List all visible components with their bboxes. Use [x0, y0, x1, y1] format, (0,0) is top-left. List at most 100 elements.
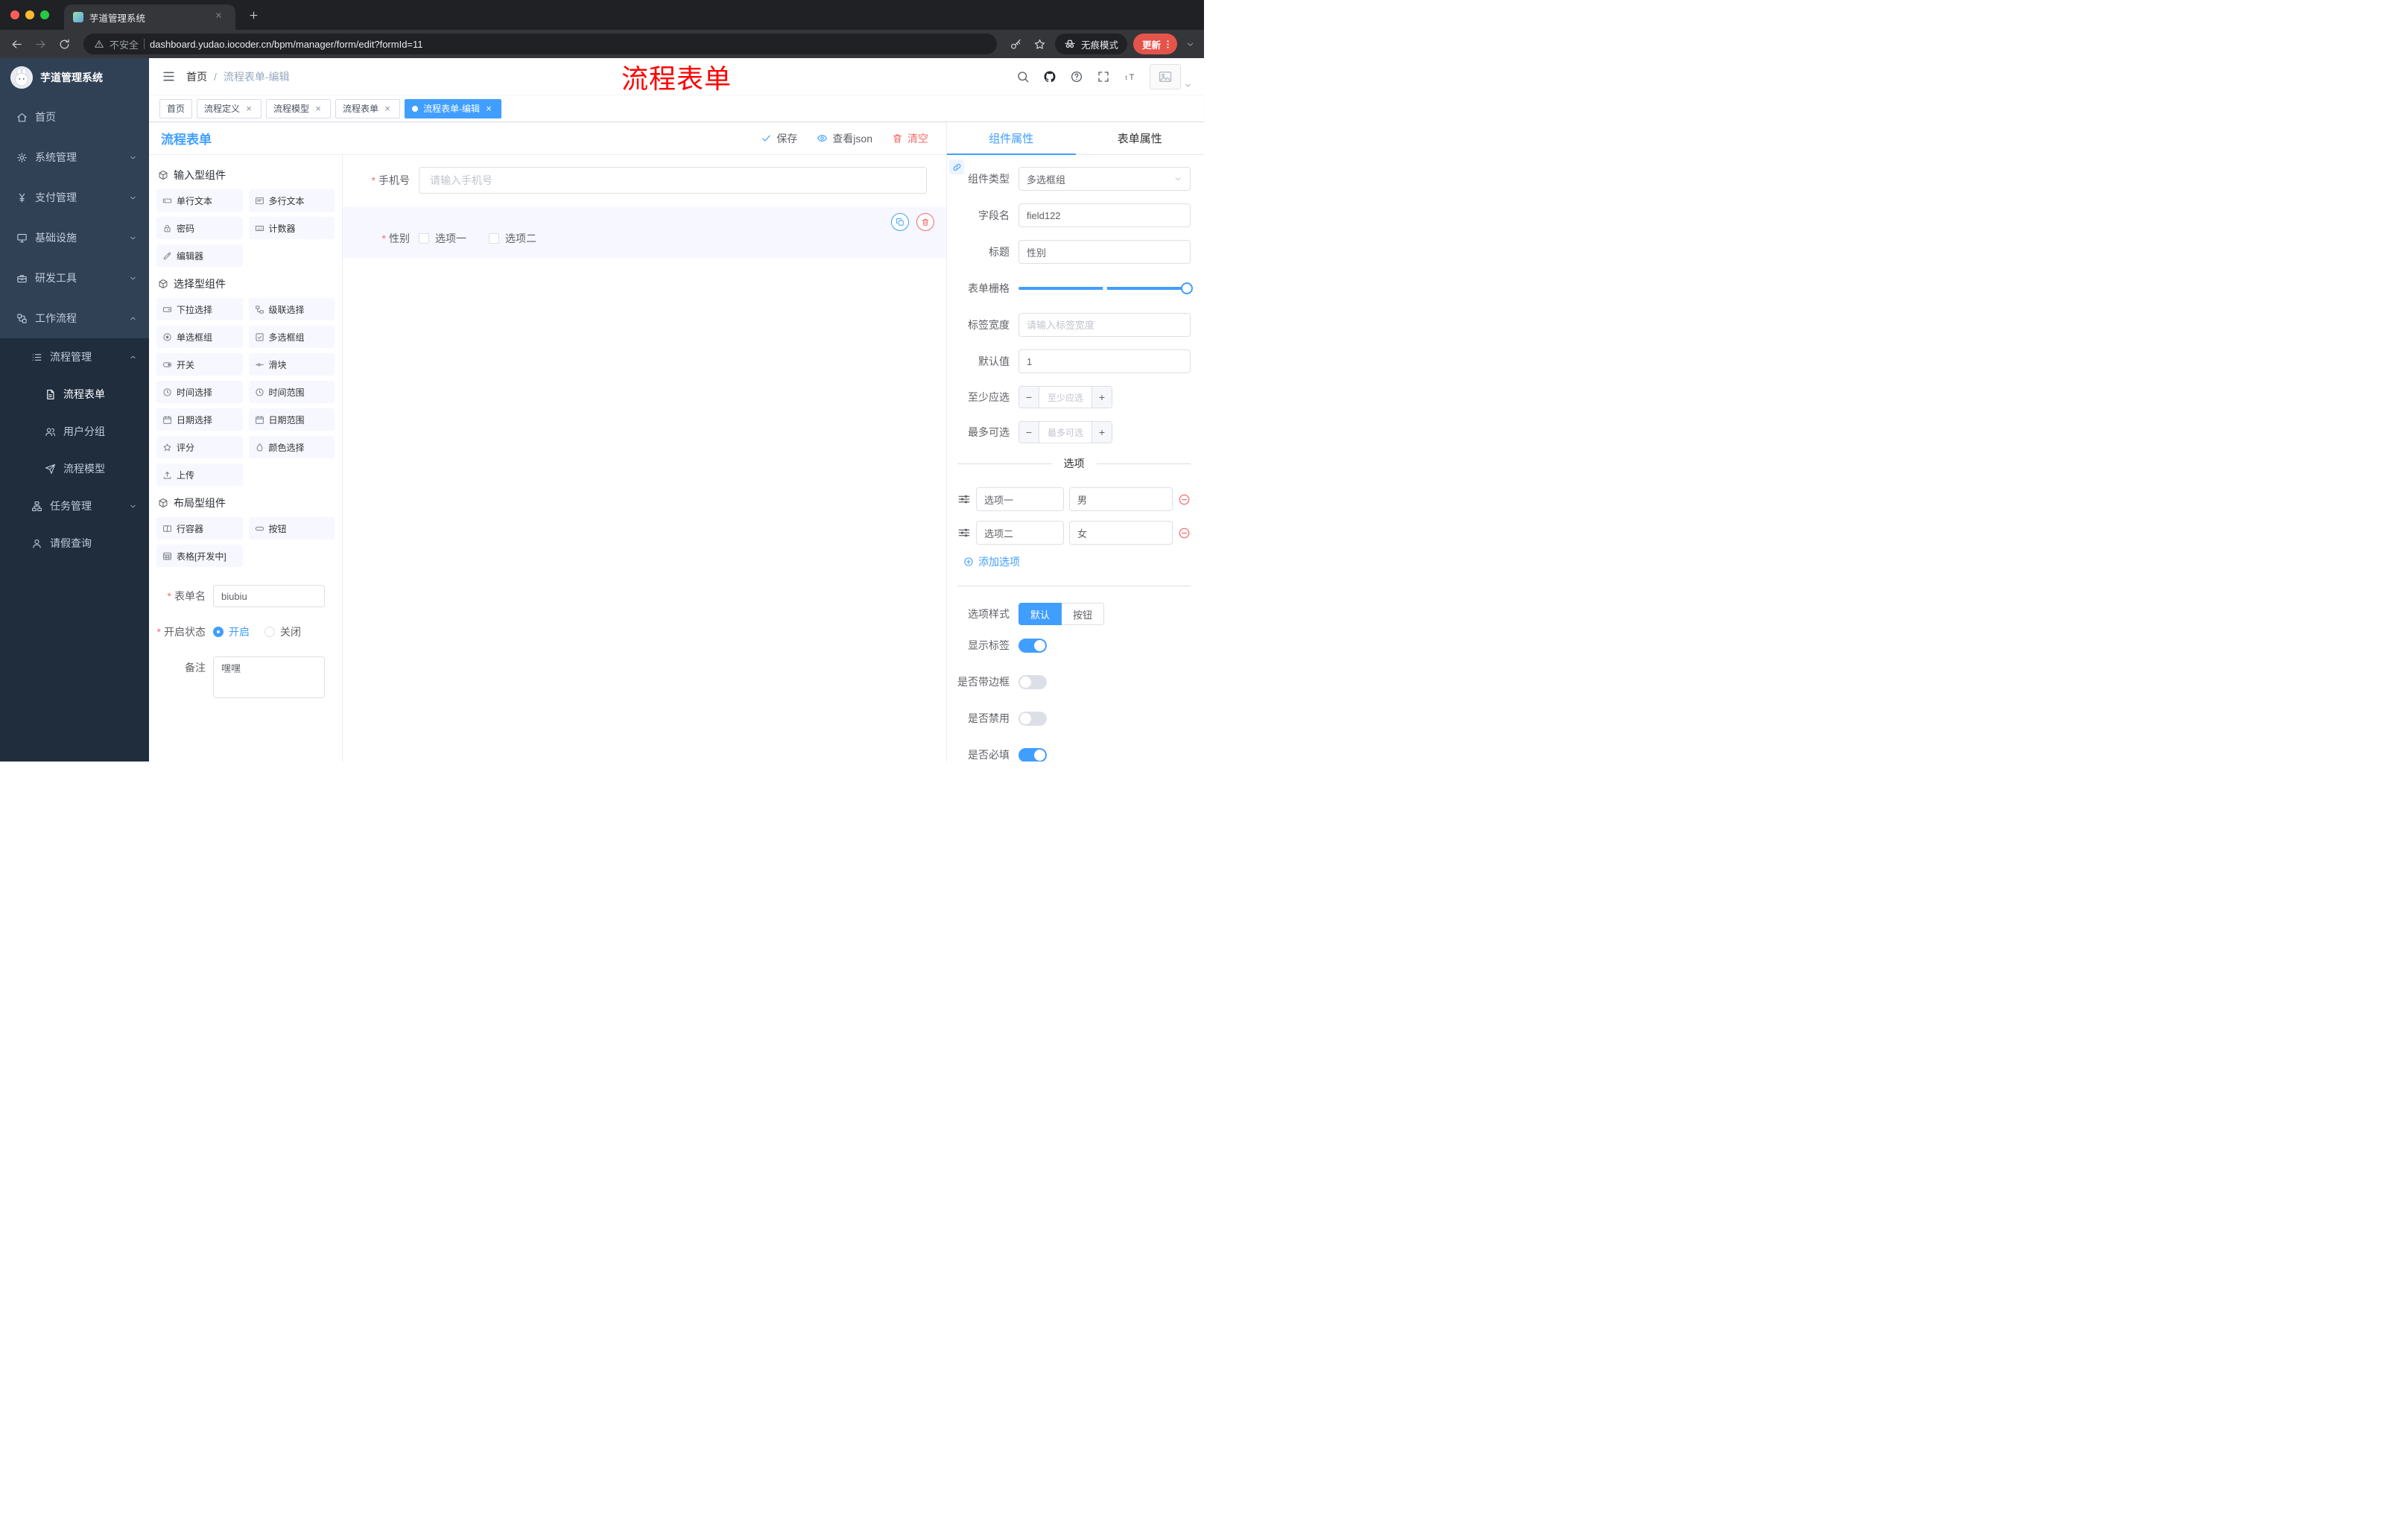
close-icon[interactable]: ×: [484, 104, 494, 114]
sidebar-item-process-management[interactable]: 流程管理: [0, 338, 149, 376]
password-key-icon[interactable]: [1007, 35, 1025, 53]
bookmark-star-icon[interactable]: [1031, 35, 1049, 53]
title-input[interactable]: [1018, 240, 1191, 264]
minus-button[interactable]: −: [1019, 387, 1039, 408]
border-switch[interactable]: [1018, 674, 1047, 689]
component-chip-time-picker[interactable]: 时间选择: [156, 381, 243, 403]
sidebar-logo[interactable]: 芋道管理系统: [0, 58, 149, 97]
min-select-stepper[interactable]: − 至少应选 +: [1018, 386, 1112, 408]
browser-tab[interactable]: 芋道管理系统: [64, 4, 235, 30]
minus-circle-icon[interactable]: [1178, 493, 1191, 506]
add-option-button[interactable]: 添加选项: [963, 554, 1191, 569]
breadcrumb-home[interactable]: 首页: [186, 69, 207, 84]
component-type-select[interactable]: 多选框组: [1018, 167, 1191, 191]
component-chip-single-text[interactable]: 单行文本: [156, 189, 243, 212]
sidebar-item-system[interactable]: 系统管理: [0, 137, 149, 177]
component-chip-time-range[interactable]: 时间范围: [248, 381, 335, 403]
save-button[interactable]: 保存: [761, 131, 797, 146]
canvas-field-phone[interactable]: 手机号: [353, 165, 936, 195]
tab-form-props[interactable]: 表单属性: [1076, 122, 1205, 154]
sidebar-item-infra[interactable]: 基础设施: [0, 218, 149, 258]
toolbar-chevron-icon[interactable]: [1183, 37, 1197, 51]
component-chip-editor[interactable]: 编辑器: [156, 244, 243, 267]
sidebar-item-process-model[interactable]: 流程模型: [0, 450, 149, 487]
link-icon[interactable]: [949, 159, 964, 174]
checkbox-option-2[interactable]: 选项二: [489, 231, 536, 246]
tag-process-form-edit[interactable]: 流程表单-编辑 ×: [405, 98, 502, 118]
disabled-switch[interactable]: [1018, 711, 1047, 726]
incognito-badge[interactable]: 无痕模式: [1054, 34, 1127, 54]
plus-button[interactable]: +: [1091, 422, 1112, 443]
component-chip-color-picker[interactable]: 颜色选择: [248, 436, 335, 458]
sidebar-item-payment[interactable]: 支付管理: [0, 177, 149, 218]
clear-button[interactable]: 清空: [892, 131, 928, 146]
view-json-button[interactable]: 查看json: [817, 131, 872, 146]
option-2-label-input[interactable]: [976, 521, 1064, 545]
component-chip-select[interactable]: 下拉选择: [156, 298, 243, 320]
sidebar-item-user-group[interactable]: 用户分组: [0, 413, 149, 450]
delete-button[interactable]: [916, 213, 934, 231]
drag-icon[interactable]: [957, 493, 971, 506]
component-chip-password[interactable]: 密码: [156, 217, 243, 239]
user-avatar[interactable]: [1150, 63, 1192, 89]
show-label-switch[interactable]: [1018, 638, 1047, 653]
github-icon[interactable]: [1042, 69, 1056, 83]
remark-textarea[interactable]: 嘿嘿: [213, 656, 325, 698]
tag-process-model[interactable]: 流程模型 ×: [266, 98, 332, 118]
form-canvas[interactable]: 手机号 性别: [343, 155, 946, 762]
search-icon[interactable]: [1016, 69, 1030, 83]
option-2-value-input[interactable]: [1069, 521, 1173, 545]
fullscreen-icon[interactable]: [1096, 69, 1110, 83]
tag-process-definition[interactable]: 流程定义 ×: [197, 98, 262, 118]
close-icon[interactable]: ×: [382, 104, 393, 114]
radio-open[interactable]: 开启: [213, 624, 250, 639]
component-chip-date-range[interactable]: 日期范围: [248, 408, 335, 431]
tab-close-icon[interactable]: [215, 11, 226, 23]
font-size-icon[interactable]: [1123, 69, 1137, 83]
max-select-stepper[interactable]: − 最多可选 +: [1018, 421, 1112, 443]
option-1-value-input[interactable]: [1069, 487, 1173, 511]
tag-process-form[interactable]: 流程表单 ×: [335, 98, 401, 118]
hamburger-icon[interactable]: [161, 69, 176, 84]
component-chip-row-container[interactable]: 行容器: [156, 517, 243, 539]
tag-home[interactable]: 首页: [159, 98, 193, 118]
form-name-input[interactable]: [213, 585, 325, 607]
sidebar-item-leave-query[interactable]: 请假查询: [0, 525, 149, 562]
component-chip-slider[interactable]: 滑块: [248, 353, 335, 376]
drag-icon[interactable]: [957, 526, 971, 539]
minus-button[interactable]: −: [1019, 422, 1039, 443]
component-chip-upload[interactable]: 上传: [156, 463, 243, 486]
traffic-light-minimize[interactable]: [25, 10, 34, 19]
traffic-light-close[interactable]: [10, 10, 19, 19]
form-grid-slider[interactable]: [1018, 276, 1193, 300]
component-chip-counter[interactable]: 计数器: [248, 217, 335, 239]
component-chip-checkbox-group[interactable]: 多选框组: [248, 326, 335, 348]
plus-button[interactable]: +: [1091, 387, 1112, 408]
address-bar[interactable]: 不安全 dashboard.yudao.iocoder.cn/bpm/manag…: [83, 34, 997, 54]
close-icon[interactable]: ×: [244, 104, 254, 114]
question-icon[interactable]: [1069, 69, 1083, 83]
sidebar-item-home[interactable]: 首页: [0, 97, 149, 137]
forward-button[interactable]: [31, 35, 49, 53]
slider-handle[interactable]: [1181, 282, 1193, 294]
phone-input[interactable]: [419, 167, 927, 194]
style-button-button[interactable]: 按钮: [1062, 603, 1105, 625]
sidebar-item-devtools[interactable]: 研发工具: [0, 258, 149, 298]
required-switch[interactable]: [1018, 747, 1047, 762]
component-chip-cascader[interactable]: 级联选择: [248, 298, 335, 320]
component-chip-rate[interactable]: 评分: [156, 436, 243, 458]
close-icon[interactable]: ×: [313, 104, 323, 114]
reload-button[interactable]: [55, 35, 73, 53]
tab-component-props[interactable]: 组件属性: [947, 122, 1076, 155]
canvas-field-gender[interactable]: 性别 选项一 选项二: [343, 207, 946, 258]
component-chip-button[interactable]: 按钮: [248, 517, 335, 539]
component-chip-table[interactable]: 表格[开发中]: [156, 545, 243, 567]
radio-closed[interactable]: 关闭: [264, 624, 301, 639]
option-1-label-input[interactable]: [976, 487, 1064, 511]
new-tab-button[interactable]: [244, 6, 262, 24]
sidebar-item-process-form[interactable]: 流程表单: [0, 376, 149, 413]
back-button[interactable]: [7, 35, 25, 53]
component-chip-switch[interactable]: 开关: [156, 353, 243, 376]
label-width-input[interactable]: [1018, 313, 1191, 337]
checkbox-option-1[interactable]: 选项一: [419, 231, 466, 246]
